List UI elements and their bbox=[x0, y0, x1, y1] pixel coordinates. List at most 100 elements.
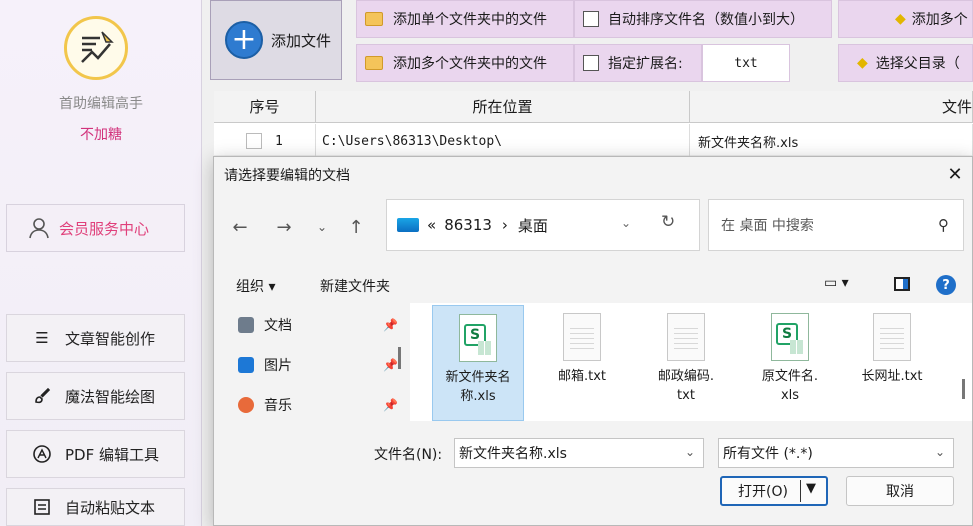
list-icon: ☰ bbox=[35, 329, 49, 347]
nav-magic-drawing[interactable]: 魔法智能绘图 bbox=[6, 372, 185, 420]
breadcrumb-desktop[interactable]: 桌面 bbox=[518, 215, 548, 236]
add-multi-folder-label: 添加多个文件夹中的文件 bbox=[393, 56, 547, 72]
organize-menu[interactable]: 组织 ▾ bbox=[236, 276, 275, 296]
nav-label: 文章智能创作 bbox=[65, 329, 156, 348]
nav-item-documents[interactable]: 文档 📌 bbox=[238, 309, 398, 341]
file-list: S 新文件夹名 称.xls 邮箱.txt 邮政编码. txt S 原文件名. x… bbox=[410, 303, 972, 421]
pdf-icon bbox=[31, 444, 53, 464]
file-name: 邮政编码. txt bbox=[657, 369, 715, 403]
add-file-button[interactable]: + 添加文件 bbox=[210, 0, 342, 80]
pin-icon: 📌 bbox=[383, 398, 398, 412]
column-header-location[interactable]: 所在位置 bbox=[316, 91, 690, 123]
preview-pane-icon[interactable] bbox=[894, 277, 910, 291]
add-multi-folder-button[interactable]: 添加多个文件夹中的文件 bbox=[356, 44, 574, 82]
specify-ext-checkbox[interactable]: 指定扩展名: bbox=[574, 44, 702, 82]
filetype-value: 所有文件 (*.*) bbox=[723, 446, 813, 462]
file-item[interactable]: S 原文件名. xls bbox=[744, 305, 836, 421]
nav-item-music[interactable]: 音乐 📌 bbox=[238, 389, 398, 421]
table-row-index-cell[interactable]: 1 bbox=[214, 124, 316, 158]
address-bar[interactable]: « 86313 › 桌面 ⌄ ↻ bbox=[386, 199, 700, 251]
tag-icon: ◆ bbox=[857, 55, 868, 71]
filename-label: 文件名(N): bbox=[374, 447, 443, 463]
scrollbar[interactable] bbox=[398, 347, 401, 369]
refresh-icon[interactable]: ↻ bbox=[661, 212, 675, 232]
choose-parent-button[interactable]: ◆ 选择父目录（ bbox=[838, 44, 973, 82]
app-logo bbox=[64, 16, 128, 80]
nav-item-pictures[interactable]: 图片 📌 bbox=[238, 349, 398, 381]
open-button[interactable]: 打开(O) ▼ bbox=[720, 476, 828, 506]
excel-file-icon: S bbox=[459, 314, 497, 362]
filename-value: 新文件夹名称.xls bbox=[459, 446, 567, 462]
folder-icon bbox=[365, 12, 383, 26]
checkbox[interactable] bbox=[583, 55, 599, 71]
column-header-name[interactable]: 文件 bbox=[690, 91, 973, 123]
open-label: 打开(O) bbox=[738, 484, 788, 500]
up-arrow-icon[interactable]: ↑ bbox=[344, 215, 368, 239]
add-other-button[interactable]: ◆ 添加多个 bbox=[838, 0, 973, 38]
dropdown-arrow-icon[interactable]: ▼ bbox=[806, 481, 816, 496]
table-row-location-cell[interactable]: C:\Users\86313\Desktop\ bbox=[316, 124, 690, 158]
close-icon[interactable]: ✕ bbox=[942, 161, 968, 187]
checkbox[interactable] bbox=[583, 11, 599, 27]
user-icon bbox=[29, 218, 49, 239]
file-name: 原文件名. xls bbox=[761, 369, 819, 403]
chevron-down-icon[interactable]: ⌄ bbox=[310, 215, 334, 239]
text-file-icon bbox=[563, 313, 601, 361]
nav-label: 自动粘贴文本 bbox=[65, 498, 156, 517]
breadcrumb-user[interactable]: 86313 bbox=[444, 216, 492, 234]
row-index: 1 bbox=[275, 133, 283, 149]
table-row-name-cell[interactable]: 新文件夹名称.xls bbox=[690, 124, 973, 158]
chevron-down-icon[interactable]: ⌄ bbox=[935, 445, 945, 459]
help-icon[interactable]: ? bbox=[936, 275, 956, 295]
file-item[interactable]: 邮政编码. txt bbox=[640, 305, 732, 421]
add-single-folder-button[interactable]: 添加单个文件夹中的文件 bbox=[356, 0, 574, 38]
chevron-down-icon[interactable]: ⌄ bbox=[621, 216, 631, 230]
auto-sort-checkbox[interactable]: 自动排序文件名（数值小到大） bbox=[574, 0, 832, 38]
chevron-down-icon[interactable]: ⌄ bbox=[685, 445, 695, 459]
app-title: 首助编辑高手 bbox=[59, 96, 143, 112]
add-file-label: 添加文件 bbox=[271, 31, 332, 50]
file-item[interactable]: 长网址.txt bbox=[846, 305, 938, 421]
nav-item-label: 图片 bbox=[264, 358, 292, 374]
row-checkbox[interactable] bbox=[246, 133, 262, 149]
plus-icon: + bbox=[225, 21, 263, 59]
scrollbar[interactable] bbox=[962, 379, 965, 399]
add-other-label: 添加多个 bbox=[911, 12, 968, 28]
nav-pdf-tools[interactable]: PDF 编辑工具 bbox=[6, 430, 185, 478]
file-item[interactable]: S 新文件夹名 称.xls bbox=[432, 305, 524, 421]
file-item[interactable]: 邮箱.txt bbox=[536, 305, 628, 421]
command-bar: 组织 ▾ 新建文件夹 ▭ ▾ ? bbox=[214, 267, 972, 303]
back-arrow-icon[interactable]: ← bbox=[228, 215, 252, 239]
auto-sort-label: 自动排序文件名（数值小到大） bbox=[608, 12, 804, 28]
breadcrumb-overflow[interactable]: « bbox=[427, 216, 436, 234]
filename-input[interactable]: 新文件夹名称.xls ⌄ bbox=[454, 438, 704, 468]
search-placeholder: 在 桌面 中搜索 bbox=[721, 218, 814, 234]
specify-ext-label: 指定扩展名: bbox=[608, 56, 683, 72]
dialog-title: 请选择要编辑的文档 bbox=[224, 168, 350, 184]
nav-item-label: 音乐 bbox=[264, 398, 292, 414]
tag-icon: ◆ bbox=[895, 11, 906, 27]
add-single-folder-label: 添加单个文件夹中的文件 bbox=[393, 12, 547, 28]
forward-arrow-icon[interactable]: → bbox=[272, 215, 296, 239]
member-center-button[interactable]: 会员服务中心 bbox=[6, 204, 185, 252]
nav-auto-paste[interactable]: 自动粘贴文本 bbox=[6, 488, 185, 526]
view-icon[interactable]: ▭ ▾ bbox=[824, 275, 849, 291]
nav-item-label: 文档 bbox=[264, 318, 292, 334]
excel-file-icon: S bbox=[771, 313, 809, 361]
cancel-button[interactable]: 取消 bbox=[846, 476, 954, 506]
file-name: 长网址.txt bbox=[861, 369, 923, 384]
filetype-select[interactable]: 所有文件 (*.*) ⌄ bbox=[718, 438, 954, 468]
split-divider bbox=[800, 480, 801, 502]
extension-input[interactable]: txt bbox=[702, 44, 790, 82]
nav-article-creation[interactable]: ☰ 文章智能创作 bbox=[6, 314, 185, 362]
document-icon bbox=[238, 317, 254, 333]
computer-icon bbox=[397, 218, 419, 232]
search-input[interactable]: 在 桌面 中搜索 ⚲ bbox=[708, 199, 964, 251]
search-icon: ⚲ bbox=[938, 216, 949, 234]
picture-icon bbox=[238, 357, 254, 373]
column-header-index[interactable]: 序号 bbox=[214, 91, 316, 123]
choose-parent-label: 选择父目录（ bbox=[875, 56, 960, 72]
new-folder-button[interactable]: 新建文件夹 bbox=[320, 276, 390, 296]
sidebar: 首助编辑高手 不加糖 会员服务中心 ☰ 文章智能创作 魔法智能绘图 PDF 编辑… bbox=[0, 0, 202, 526]
file-name: 邮箱.txt bbox=[557, 369, 607, 384]
